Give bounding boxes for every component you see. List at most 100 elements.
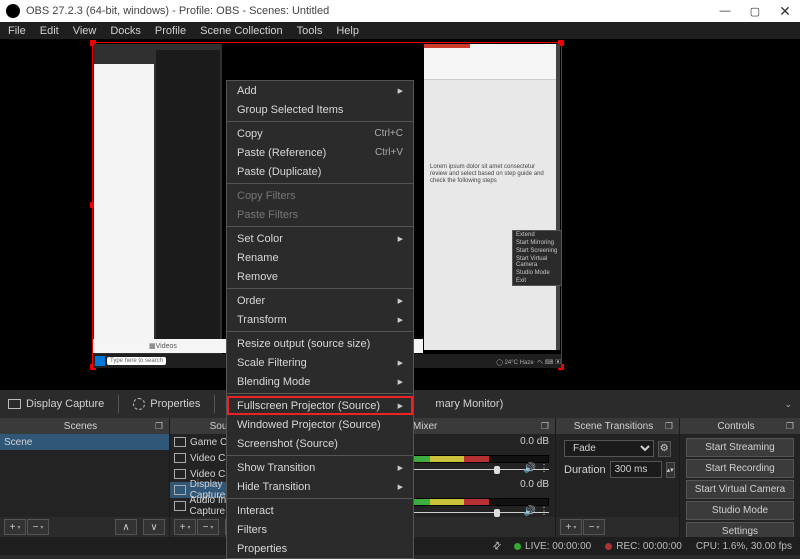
ctx-resize-output-source-size-[interactable]: Resize output (source size) (227, 334, 413, 353)
preview-panel[interactable]: Lorem ipsum dolor sit amet consectetur r… (0, 40, 800, 390)
toolbar-chevron-icon[interactable]: ⌄ (784, 399, 800, 410)
ctx-interact[interactable]: Interact (227, 501, 413, 520)
ctx-set-color[interactable]: Set Color▶ (227, 229, 413, 248)
ctx-paste-filters: Paste Filters (227, 205, 413, 224)
remove-transition-button[interactable]: −▾ (583, 519, 605, 535)
chevron-right-icon: ▶ (398, 235, 403, 243)
speaker-icon[interactable]: 🔊 ⋮ (524, 463, 549, 474)
chevron-right-icon: ▶ (398, 402, 403, 410)
cam-icon (174, 453, 186, 463)
status-live: LIVE: 00:00:00 (514, 541, 591, 552)
ctx-copy[interactable]: CopyCtrl+C (227, 124, 413, 143)
ctx-order[interactable]: Order▶ (227, 291, 413, 310)
menu-edit[interactable]: Edit (34, 23, 65, 39)
monitor-icon (8, 399, 21, 409)
scene-up-button[interactable]: ∧ (115, 519, 137, 535)
chevron-right-icon: ▶ (398, 359, 403, 367)
transition-mode-select[interactable]: Fade (564, 440, 654, 457)
maximize-button[interactable]: ▢ (740, 0, 770, 22)
controls-dock: Controls❐ Start Streaming Start Recording… (680, 418, 800, 537)
menu-help[interactable]: Help (330, 23, 365, 39)
duration-stepper[interactable]: ▴▾ (666, 462, 675, 478)
scenes-dock: Scenes❐ Scene +▾ −▾ ∧ ∨ (0, 418, 170, 537)
menu-file[interactable]: File (2, 23, 32, 39)
remove-scene-button[interactable]: −▾ (27, 519, 49, 535)
start-virtual-camera-button[interactable]: Start Virtual Camera (686, 480, 794, 499)
duration-label: Duration (564, 464, 606, 476)
selected-source-label: Display Capture (0, 390, 112, 418)
chevron-right-icon: ▶ (398, 87, 403, 95)
ctx-scale-filtering[interactable]: Scale Filtering▶ (227, 353, 413, 372)
ctx-copy-filters: Copy Filters (227, 186, 413, 205)
ctx-rename[interactable]: Rename (227, 248, 413, 267)
start-recording-button[interactable]: Start Recording (686, 459, 794, 478)
menu-tools[interactable]: Tools (291, 23, 329, 39)
scene-item[interactable]: Scene (0, 434, 169, 450)
undock-icon[interactable]: ❐ (541, 421, 549, 432)
window-title: OBS 27.2.3 (64-bit, windows) - Profile: … (26, 5, 710, 17)
window-titlebar: OBS 27.2.3 (64-bit, windows) - Profile: … (0, 0, 800, 22)
undock-icon[interactable]: ❐ (665, 421, 673, 432)
add-scene-button[interactable]: +▾ (4, 519, 26, 535)
ctx-fullscreen-projector-source-[interactable]: Fullscreen Projector (Source)▶ (227, 396, 413, 415)
scene-transitions-title: Scene Transitions (562, 421, 665, 432)
menu-profile[interactable]: Profile (149, 23, 192, 39)
undock-icon[interactable]: ❐ (786, 421, 794, 432)
chevron-right-icon: ▶ (398, 483, 403, 491)
game-icon (174, 437, 186, 447)
preview-taskbar-search: Type here to search (107, 357, 166, 365)
status-cpu: CPU: 1.6%, 30.00 fps (696, 541, 792, 552)
windows-start-icon (95, 356, 105, 366)
add-transition-button[interactable]: +▾ (560, 519, 582, 535)
ctx-blending-mode[interactable]: Blending Mode▶ (227, 372, 413, 391)
open-properties-button[interactable]: Properties (125, 390, 208, 418)
controls-title: Controls (686, 421, 786, 432)
remove-source-button[interactable]: −▾ (197, 519, 219, 535)
ctx-paste-duplicate-[interactable]: Paste (Duplicate) (227, 162, 413, 181)
channel-db: 0.0 dB (520, 436, 549, 447)
source-context-menu[interactable]: Add▶Group Selected ItemsCopyCtrl+CPaste … (226, 80, 414, 559)
mic-icon (174, 501, 186, 511)
menu-docks[interactable]: Docks (104, 23, 147, 39)
ctx-paste-reference-[interactable]: Paste (Reference)Ctrl+V (227, 143, 413, 162)
undock-icon[interactable]: ❐ (155, 421, 163, 432)
preview-content-left (94, 44, 222, 366)
preview-mini-contextmenu: ExtendStart MirroringStart ScreeningStar… (512, 230, 562, 286)
status-rec: REC: 00:00:00 (605, 541, 682, 552)
chevron-right-icon: ▶ (398, 316, 403, 324)
speaker-icon[interactable]: 🔊 ⋮ (524, 506, 549, 517)
cam-icon (174, 469, 186, 479)
close-button[interactable]: ✕ (770, 0, 800, 22)
scenes-title: Scenes (6, 421, 155, 432)
ctx-windowed-projector-source-[interactable]: Windowed Projector (Source) (227, 415, 413, 434)
ctx-add[interactable]: Add▶ (227, 81, 413, 100)
ctx-properties[interactable]: Properties (227, 539, 413, 558)
ctx-transform[interactable]: Transform▶ (227, 310, 413, 329)
scene-transitions-dock: Scene Transitions❐ Fade ⚙ Duration ▴▾ +▾… (556, 418, 680, 537)
ctx-group-selected-items[interactable]: Group Selected Items (227, 100, 413, 119)
chevron-right-icon: ▶ (398, 378, 403, 386)
add-source-button[interactable]: +▾ (174, 519, 196, 535)
transition-settings-button[interactable]: ⚙ (658, 441, 671, 457)
scene-down-button[interactable]: ∨ (143, 519, 165, 535)
ctx-hide-transition[interactable]: Hide Transition▶ (227, 477, 413, 496)
obs-logo-icon (6, 4, 20, 18)
gear-icon (133, 398, 145, 410)
start-streaming-button[interactable]: Start Streaming (686, 438, 794, 457)
settings-button[interactable]: Settings (686, 522, 794, 537)
ctx-screenshot-source-[interactable]: Screenshot (Source) (227, 434, 413, 453)
preview-content-right: Lorem ipsum dolor sit amet consectetur r… (424, 44, 560, 350)
menu-scene-collection[interactable]: Scene Collection (194, 23, 289, 39)
minimize-button[interactable]: — (710, 0, 740, 22)
studio-mode-button[interactable]: Studio Mode (686, 501, 794, 520)
ctx-remove[interactable]: Remove (227, 267, 413, 286)
menubar: FileEditViewDocksProfileScene Collection… (0, 22, 800, 40)
channel-db: 0.0 dB (520, 479, 549, 490)
ctx-show-transition[interactable]: Show Transition▶ (227, 458, 413, 477)
chevron-right-icon: ▶ (398, 297, 403, 305)
menu-view[interactable]: View (67, 23, 103, 39)
transition-duration-input[interactable] (610, 461, 662, 478)
mon-icon (174, 485, 186, 495)
ctx-filters[interactable]: Filters (227, 520, 413, 539)
chevron-right-icon: ▶ (398, 464, 403, 472)
